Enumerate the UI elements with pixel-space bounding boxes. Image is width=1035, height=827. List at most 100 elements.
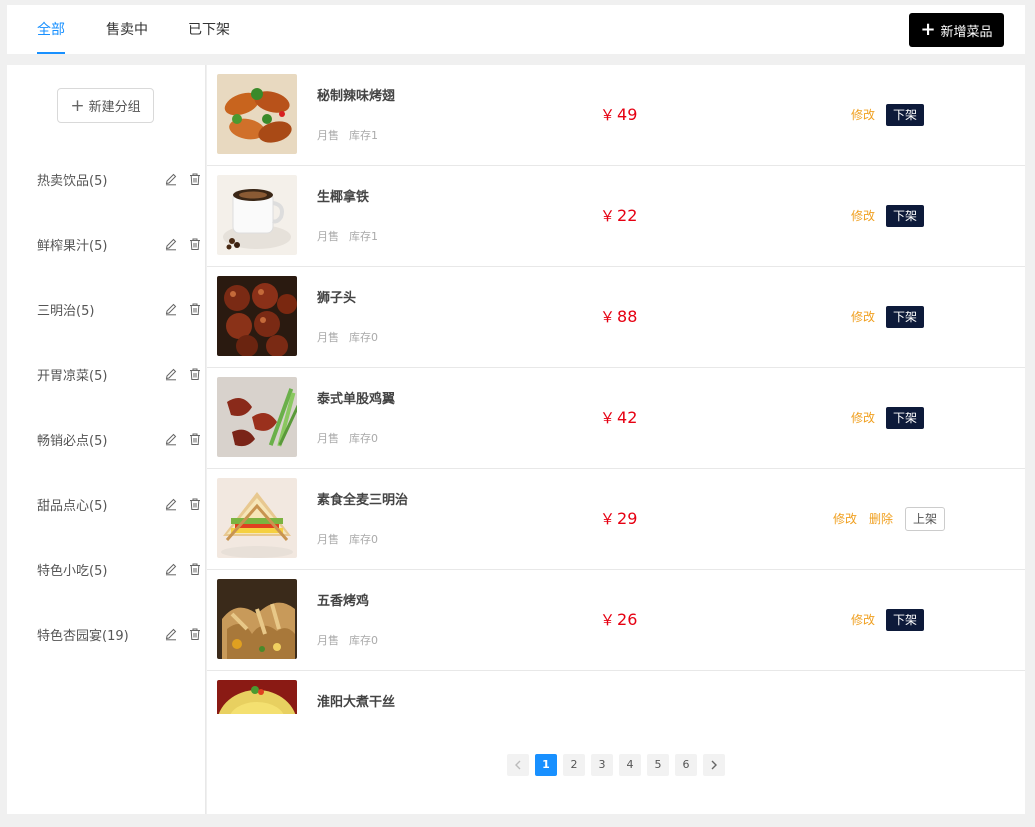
pencil-icon[interactable] <box>164 367 178 381</box>
dish-image <box>217 377 297 457</box>
edit-link[interactable]: 修改 <box>851 207 875 224</box>
page-button[interactable]: 1 <box>535 754 557 776</box>
edit-link[interactable]: 修改 <box>851 308 875 325</box>
group-sidebar: + 新建分组 热卖饮品(5) 鲜榨果汁(5) 三明治(5) 开胃凉菜(5) 畅销必点(5… <box>7 65 206 814</box>
group-item[interactable]: 甜品点心(5) <box>37 492 202 516</box>
monthly-sales: 月售 <box>317 129 339 142</box>
dish-price: ￥ 22 <box>600 205 637 226</box>
price-value: 42 <box>617 408 638 427</box>
new-group-button[interactable]: + 新建分组 <box>57 88 154 123</box>
trash-icon[interactable] <box>188 627 202 641</box>
dish-row: 狮子头 月售 库存0 ￥ 88 修改 下架 <box>207 267 1025 368</box>
trash-icon[interactable] <box>188 497 202 511</box>
pencil-icon[interactable] <box>164 432 178 446</box>
plus-icon: + <box>920 19 936 40</box>
pencil-icon[interactable] <box>164 562 178 576</box>
pencil-icon[interactable] <box>164 237 178 251</box>
monthly-sales: 月售 <box>317 533 339 546</box>
chevron-right-icon[interactable] <box>703 754 725 776</box>
edit-link[interactable]: 修改 <box>833 510 857 527</box>
trash-icon[interactable] <box>188 367 202 381</box>
group-label: 开胃凉菜(5) <box>37 368 108 384</box>
monthly-sales: 月售 <box>317 634 339 647</box>
dish-image <box>217 478 297 558</box>
page-button[interactable]: 4 <box>619 754 641 776</box>
dish-meta: 月售 库存0 <box>317 430 378 446</box>
monthly-sales: 月售 <box>317 230 339 243</box>
dish-row: 淮阳大煮干丝 <box>207 671 1025 714</box>
group-label: 三明治(5) <box>37 303 95 319</box>
group-item[interactable]: 畅销必点(5) <box>37 427 202 451</box>
edit-link[interactable]: 修改 <box>851 611 875 628</box>
dish-row: 生椰拿铁 月售 库存1 ￥ 22 修改 下架 <box>207 166 1025 267</box>
dish-name: 淮阳大煮干丝 <box>317 695 396 710</box>
group-label: 特色小吃(5) <box>37 563 108 579</box>
dish-price: ￥ 29 <box>600 508 637 529</box>
group-item[interactable]: 三明治(5) <box>37 297 202 321</box>
dish-image <box>217 74 297 154</box>
page-button[interactable]: 2 <box>563 754 585 776</box>
list-on-button[interactable]: 上架 <box>905 506 946 531</box>
group-label: 甜品点心(5) <box>37 498 108 514</box>
dish-price: ￥ 42 <box>600 407 637 428</box>
pencil-icon[interactable] <box>164 302 178 316</box>
price-value: 26 <box>617 610 638 629</box>
dish-actions: 修改 下架 <box>851 305 925 328</box>
page-button[interactable]: 3 <box>591 754 613 776</box>
group-label: 畅销必点(5) <box>37 433 108 449</box>
delist-button[interactable]: 下架 <box>886 305 925 328</box>
new-group-label: 新建分组 <box>88 100 141 115</box>
page-button[interactable]: 5 <box>647 754 669 776</box>
monthly-sales: 月售 <box>317 331 339 344</box>
dish-image <box>217 175 297 255</box>
chevron-left-icon[interactable] <box>507 754 529 776</box>
dish-actions: 修改 下架 <box>851 608 925 631</box>
group-item[interactable]: 特色杏园宴(19) <box>37 622 202 646</box>
price-symbol: ￥ <box>600 510 616 528</box>
price-symbol: ￥ <box>600 308 616 326</box>
dish-image <box>217 680 297 714</box>
group-item[interactable]: 开胃凉菜(5) <box>37 362 202 386</box>
edit-link[interactable]: 修改 <box>851 106 875 123</box>
pagination: 123456 <box>507 754 725 776</box>
tab-off-shelf[interactable]: 已下架 <box>188 5 230 54</box>
trash-icon[interactable] <box>188 562 202 576</box>
pencil-icon[interactable] <box>164 172 178 186</box>
dish-name: 秘制辣味烤翅 <box>317 89 396 104</box>
stock-count: 库存0 <box>349 331 378 344</box>
delist-button[interactable]: 下架 <box>886 406 925 429</box>
edit-link[interactable]: 修改 <box>851 409 875 426</box>
dish-meta: 月售 库存1 <box>317 228 378 244</box>
trash-icon[interactable] <box>188 172 202 186</box>
delete-link[interactable]: 删除 <box>869 510 893 527</box>
tab-all[interactable]: 全部 <box>37 5 65 54</box>
delist-button[interactable]: 下架 <box>886 608 925 631</box>
delist-button[interactable]: 下架 <box>886 103 925 126</box>
group-item[interactable]: 鲜榨果汁(5) <box>37 232 202 256</box>
pencil-icon[interactable] <box>164 627 178 641</box>
add-dish-button[interactable]: + 新增菜品 <box>909 13 1004 47</box>
dish-name: 狮子头 <box>317 291 357 306</box>
trash-icon[interactable] <box>188 432 202 446</box>
group-item[interactable]: 特色小吃(5) <box>37 557 202 581</box>
pencil-icon[interactable] <box>164 497 178 511</box>
page-button[interactable]: 6 <box>675 754 697 776</box>
group-item[interactable]: 热卖饮品(5) <box>37 167 202 191</box>
stock-count: 库存1 <box>349 230 378 243</box>
price-value: 49 <box>617 105 638 124</box>
dish-actions: 修改 下架 <box>851 103 925 126</box>
add-dish-label: 新增菜品 <box>940 24 993 40</box>
dish-image <box>217 276 297 356</box>
dish-list-panel: 秘制辣味烤翅 月售 库存1 ￥ 49 修改 下架 生椰拿铁 月售 库存1 ￥ 22 修改 下架 狮子头 月售库… <box>207 65 1025 814</box>
stock-count: 库存0 <box>349 432 378 445</box>
dish-price: ￥ 26 <box>600 609 637 630</box>
stock-count: 库存0 <box>349 634 378 647</box>
dish-actions: 修改 下架 <box>851 204 925 227</box>
tab-on-sale[interactable]: 售卖中 <box>106 5 148 54</box>
monthly-sales: 月售 <box>317 432 339 445</box>
dish-meta: 月售 库存1 <box>317 127 378 143</box>
trash-icon[interactable] <box>188 237 202 251</box>
trash-icon[interactable] <box>188 302 202 316</box>
delist-button[interactable]: 下架 <box>886 204 925 227</box>
stock-count: 库存1 <box>349 129 378 142</box>
